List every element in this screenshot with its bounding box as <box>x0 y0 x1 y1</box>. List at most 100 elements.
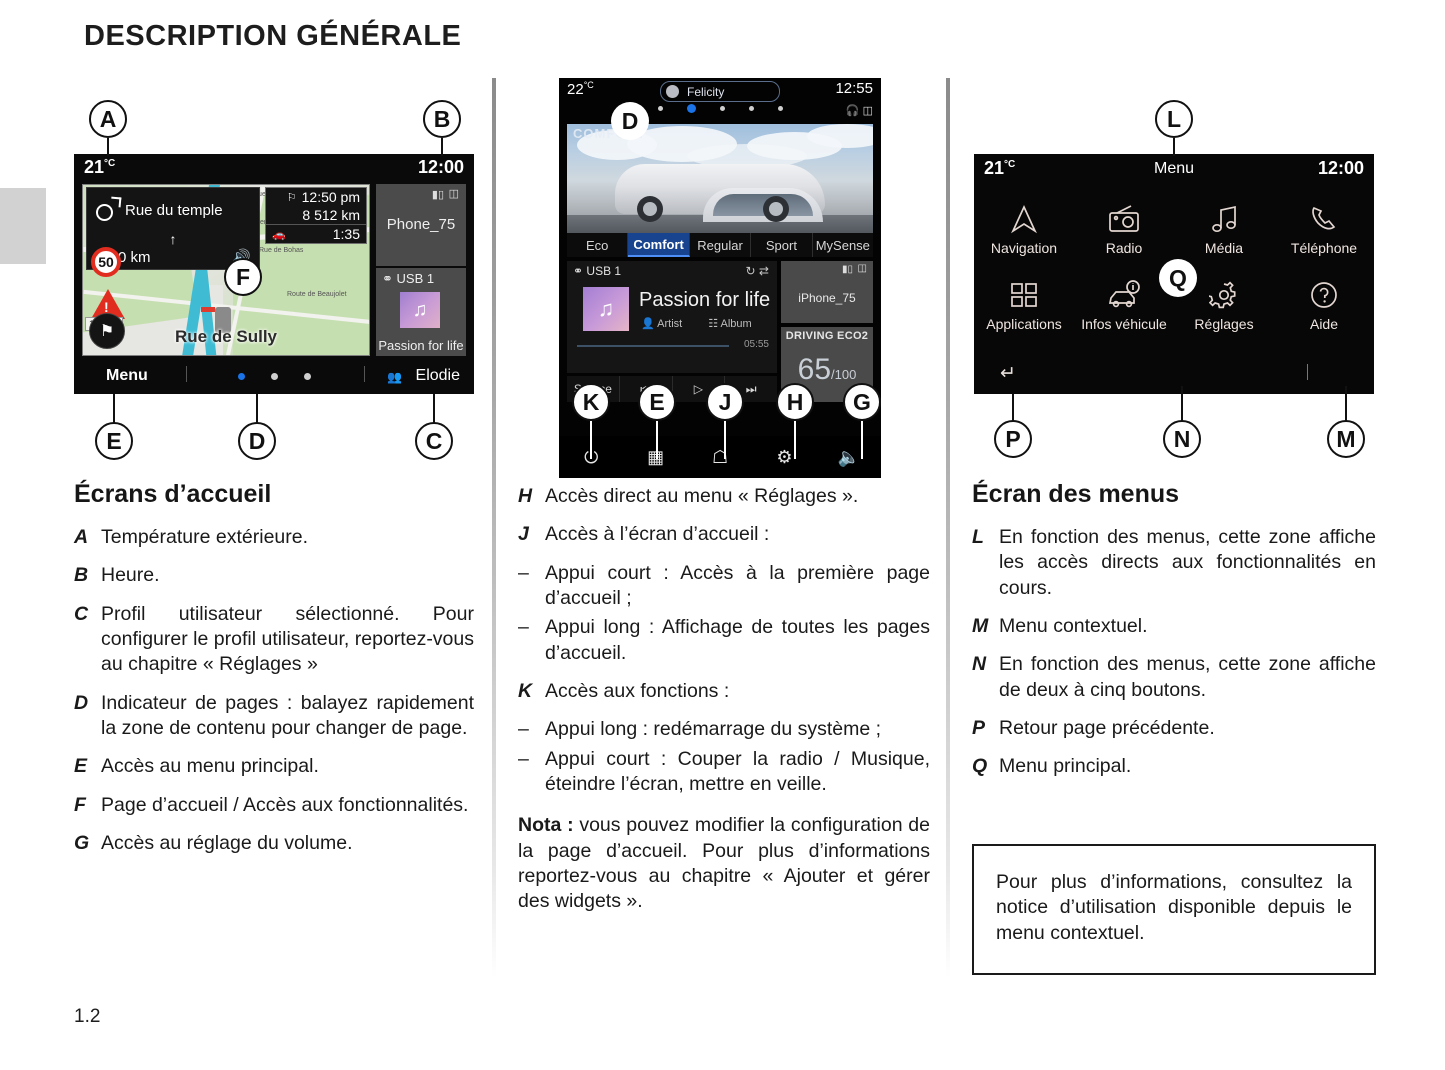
roundabout-icon <box>93 195 123 225</box>
user-profile-chip[interactable]: Felicity <box>660 81 780 102</box>
page-dot[interactable] <box>237 373 245 380</box>
bar-separator <box>1307 364 1308 380</box>
current-street-name: Rue de Sully <box>174 327 278 346</box>
column-divider-1 <box>492 78 496 978</box>
list-item: P Retour page précédente. <box>972 717 1215 740</box>
info-box: Pour plus d’informations, consultez la n… <box>972 843 1376 975</box>
menu-tile-help[interactable]: Aide <box>1274 266 1374 342</box>
list-item: E Accès au menu principal. <box>74 755 319 778</box>
back-arrow-icon[interactable]: ↵ <box>1000 362 1016 385</box>
eta-box: ⚐ 12:50 pm 8 512 km 🚗 1:35 <box>265 187 367 244</box>
page-dot[interactable] <box>270 373 278 380</box>
callout-n: N <box>1163 420 1201 458</box>
map-label: Rue de Bohas <box>259 247 304 254</box>
callout-k: K <box>572 383 610 421</box>
nota-text: vous pouvez modifier la configuration de… <box>518 814 930 913</box>
list-item: B Heure. <box>74 564 160 587</box>
page-dot[interactable] <box>686 104 696 113</box>
leader-b <box>441 138 443 156</box>
leader-j <box>724 421 726 459</box>
eta-time-row: 🚗 1:35 <box>266 224 366 243</box>
signal-icon: ▮▯ <box>841 264 853 275</box>
callout-e: E <box>95 422 133 460</box>
hardware-button-bar[interactable]: ⏻ ▦ ☖ ⚙ 🔈 <box>559 436 881 478</box>
page-indicator[interactable] <box>74 373 474 380</box>
page-dot[interactable] <box>719 106 725 111</box>
track-duration: 05:55 <box>743 339 769 350</box>
widget-phone[interactable]: ▮▯ ◫ Phone_75 <box>376 184 466 268</box>
section-heading-menus-screen: Écran des menus <box>972 480 1180 508</box>
list-item: J Accès à l’écran d’accueil : <box>518 523 770 546</box>
eta-distance: 8 512 km <box>302 207 360 223</box>
mode-tab[interactable]: Eco <box>567 233 629 257</box>
page-dot[interactable] <box>303 373 311 380</box>
repeat-shuffle-icons[interactable]: ↻ ⇄ <box>746 264 769 278</box>
mode-tab[interactable]: MySense <box>813 233 873 257</box>
callout-d: D <box>238 422 276 460</box>
page-number: 1.2 <box>74 1006 101 1027</box>
list-item: F Page d’accueil / Accès aux fonctionnali… <box>74 793 469 816</box>
menu-tile-navigation[interactable]: Navigation <box>974 190 1074 266</box>
status-bar: 21°C Menu 12:00 <box>974 154 1374 184</box>
leader-g <box>861 421 863 459</box>
status-bar: 21°C 12:00 <box>74 154 474 182</box>
mode-tab[interactable]: Regular <box>690 233 752 257</box>
list-item: K Accès aux fonctions : <box>518 680 730 703</box>
car-icon: 🚗 <box>272 228 286 241</box>
page-dot[interactable] <box>657 106 663 111</box>
leader-n <box>1181 386 1183 422</box>
bottom-bar: ↵ <box>974 354 1374 394</box>
progress-bar[interactable] <box>577 345 729 347</box>
eta-distance-row: 8 512 km <box>266 206 366 224</box>
bottom-bar: Menu 👥 Elodie <box>74 358 474 394</box>
menu-tile-applications[interactable]: Applications <box>974 266 1074 342</box>
leader-k <box>590 421 592 459</box>
menu-tile-phone[interactable]: Téléphone <box>1274 190 1374 266</box>
vehicle-info-icon <box>1107 276 1141 310</box>
menu-tile-media[interactable]: Média <box>1174 190 1274 266</box>
settings-icon[interactable]: ⚙ <box>752 447 816 468</box>
drive-mode-tabs[interactable]: Eco Comfort Regular Sport MySense <box>567 233 873 257</box>
home-icon[interactable]: ☖ <box>688 447 752 468</box>
eta-arrival-row: ⚐ 12:50 pm <box>266 188 366 206</box>
callout-f: F <box>224 258 262 296</box>
list-item: – Appui long : Affichage de toutes les pa… <box>518 616 930 664</box>
list-item: N En fonction des menus, cette zone affic… <box>972 653 1376 701</box>
outside-temperature: 22°C <box>567 80 594 98</box>
column-divider-2 <box>946 78 950 978</box>
home-screen-navigation: 21°C 12:00 Rue Bourdin Chemin des Sadolé… <box>74 154 474 394</box>
list-item: A Température extérieure. <box>74 526 309 548</box>
volume-icon[interactable]: 🔈 <box>817 447 881 468</box>
phone-name: iPhone_75 <box>798 291 856 305</box>
page-indicator[interactable] <box>559 104 881 113</box>
widget-phone[interactable]: ▮▯ ◫ iPhone_75 <box>781 261 873 323</box>
status-icons: 🎧 ◫ <box>845 105 873 117</box>
question-mark-icon <box>1309 276 1339 310</box>
mode-tab-active[interactable]: Comfort <box>628 233 690 257</box>
page-dot[interactable] <box>748 106 754 111</box>
column-left: Écrans d’accueil A Température extérieure… <box>74 480 474 869</box>
flag-icon: ⚐ <box>286 191 297 204</box>
list-item: M Menu contextuel. <box>972 615 1148 638</box>
user-profile-name[interactable]: Elodie <box>416 367 460 385</box>
manual-page: DESCRIPTION GÉNÉRALE 1.2 A B 21°C 12:00 … <box>0 0 1445 1070</box>
album-art: ♫ <box>583 287 629 331</box>
phone-name: Phone_75 <box>386 216 456 233</box>
callout-g: G <box>843 383 881 421</box>
speed-limit-sign: 50 <box>91 247 121 277</box>
status-bar: 22°C Felicity 12:55 <box>559 78 881 104</box>
battery-icon: ◫ <box>448 188 459 200</box>
list-item: L En fonction des menus, cette zone affic… <box>972 526 1376 599</box>
usb-icon: ⚭ <box>382 271 393 286</box>
clock: 12:00 <box>1317 158 1364 178</box>
widget-media[interactable]: ⚭ USB 1 ♫ Passion for life <box>376 268 466 356</box>
menu-tile-radio[interactable]: Radio <box>1074 190 1174 266</box>
profile-name: Felicity <box>687 84 725 99</box>
list-item: – Appui court : Couper la radio / Musique… <box>518 747 930 796</box>
mode-tab[interactable]: Sport <box>751 233 813 257</box>
list-item: – Appui long : redémarrage du système ; <box>518 718 882 741</box>
page-dot[interactable] <box>777 106 783 111</box>
leader-l <box>1173 138 1175 156</box>
media-source: ⚭ USB 1 <box>382 271 435 286</box>
eco-score: 65/100 <box>797 353 857 386</box>
